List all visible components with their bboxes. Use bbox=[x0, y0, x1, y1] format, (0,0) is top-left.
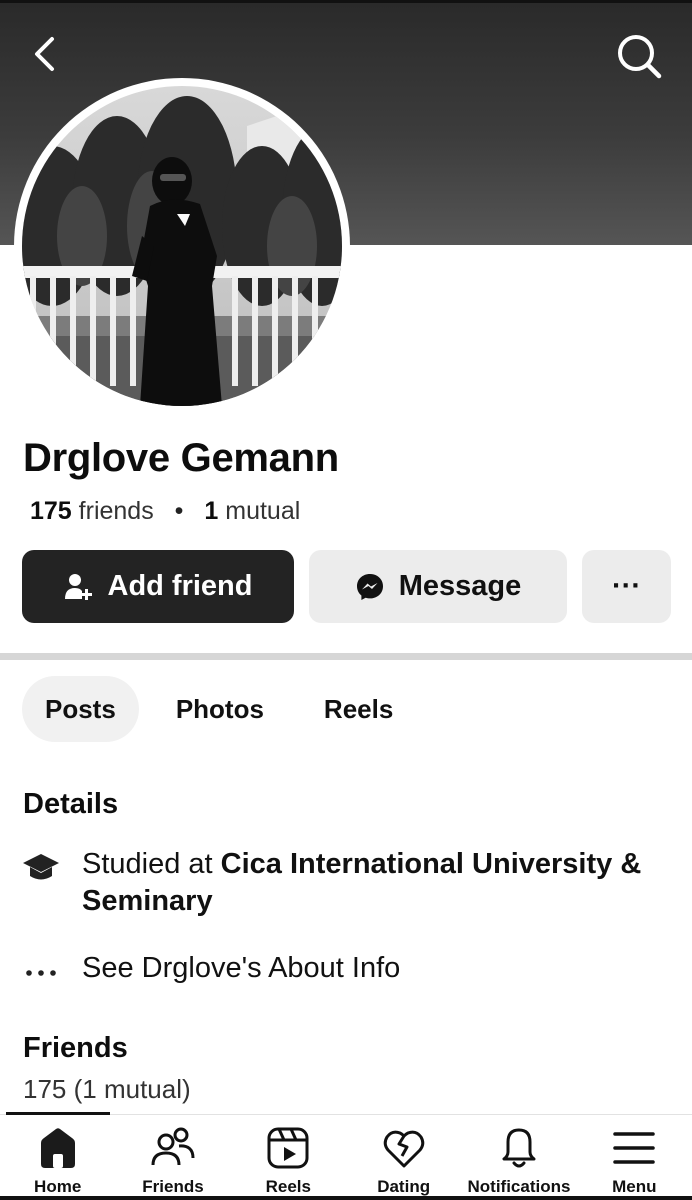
nav-notifications-label: Notifications bbox=[467, 1177, 571, 1196]
back-button[interactable] bbox=[26, 31, 66, 77]
nav-dating-label: Dating bbox=[377, 1177, 431, 1196]
more-options-icon: ··· bbox=[612, 570, 641, 602]
mutual-count: 1 bbox=[204, 497, 219, 525]
search-icon bbox=[618, 35, 662, 79]
mutual-label: mutual bbox=[225, 497, 301, 525]
add-friend-icon bbox=[64, 573, 92, 600]
nav-friends-label: Friends bbox=[142, 1177, 204, 1196]
profile-tabs: Posts Photos Reels bbox=[22, 676, 416, 742]
dating-heart-icon bbox=[383, 1130, 424, 1168]
graduation-cap-icon bbox=[23, 854, 59, 880]
friends-count: 175 bbox=[30, 497, 72, 525]
hamburger-menu-icon bbox=[613, 1132, 656, 1164]
friends-count-text: 175 (1 mutual) bbox=[23, 1074, 191, 1104]
section-divider bbox=[0, 653, 692, 660]
message-label: Message bbox=[398, 570, 522, 602]
nav-notifications[interactable]: Notifications bbox=[461, 1115, 576, 1200]
nav-home-label: Home bbox=[34, 1177, 82, 1196]
home-icon bbox=[40, 1128, 75, 1168]
messenger-icon bbox=[356, 573, 383, 600]
add-friend-button[interactable]: Add friend bbox=[22, 550, 294, 623]
friends-label: friends bbox=[78, 497, 154, 525]
chevron-left-icon bbox=[35, 37, 54, 71]
profile-picture[interactable] bbox=[14, 78, 350, 414]
about-info-label: See Drglove's About Info bbox=[82, 952, 401, 984]
details-heading: Details bbox=[23, 788, 119, 820]
ellipsis-icon bbox=[26, 970, 56, 976]
education-detail[interactable]: Studied at Cica International University… bbox=[22, 846, 662, 920]
tab-reels[interactable]: Reels bbox=[301, 676, 416, 742]
reels-icon bbox=[267, 1127, 309, 1169]
friend-stats[interactable]: 175 friends • 1 mutual bbox=[30, 497, 300, 526]
friends-heading: Friends bbox=[23, 1032, 128, 1064]
about-info-link[interactable]: See Drglove's About Info bbox=[22, 950, 662, 992]
profile-name: Drglove Gemann bbox=[23, 436, 339, 480]
nav-dating[interactable]: Dating bbox=[346, 1115, 461, 1200]
nav-reels[interactable]: Reels bbox=[231, 1115, 346, 1200]
nav-reels-label: Reels bbox=[265, 1177, 311, 1196]
tab-photos[interactable]: Photos bbox=[153, 676, 287, 742]
nav-home[interactable]: Home bbox=[0, 1115, 115, 1200]
bell-icon bbox=[502, 1128, 536, 1168]
nav-friends[interactable]: Friends bbox=[115, 1115, 230, 1200]
nav-menu[interactable]: Menu bbox=[577, 1115, 692, 1200]
active-tab-indicator bbox=[6, 1112, 110, 1115]
friends-icon bbox=[151, 1127, 195, 1166]
bottom-navigation: Home Friends Reels Dating Notifications … bbox=[0, 1112, 692, 1200]
nav-menu-label: Menu bbox=[612, 1177, 657, 1196]
tab-posts[interactable]: Posts bbox=[22, 676, 139, 742]
add-friend-label: Add friend bbox=[107, 570, 253, 602]
stats-separator: • bbox=[174, 497, 184, 525]
more-options-button[interactable]: ··· bbox=[582, 550, 671, 623]
screen-bottom-edge bbox=[0, 1196, 692, 1200]
search-button[interactable] bbox=[612, 29, 666, 83]
education-prefix: Studied at bbox=[82, 848, 221, 880]
message-button[interactable]: Message bbox=[309, 550, 567, 623]
avatar bbox=[22, 86, 342, 406]
